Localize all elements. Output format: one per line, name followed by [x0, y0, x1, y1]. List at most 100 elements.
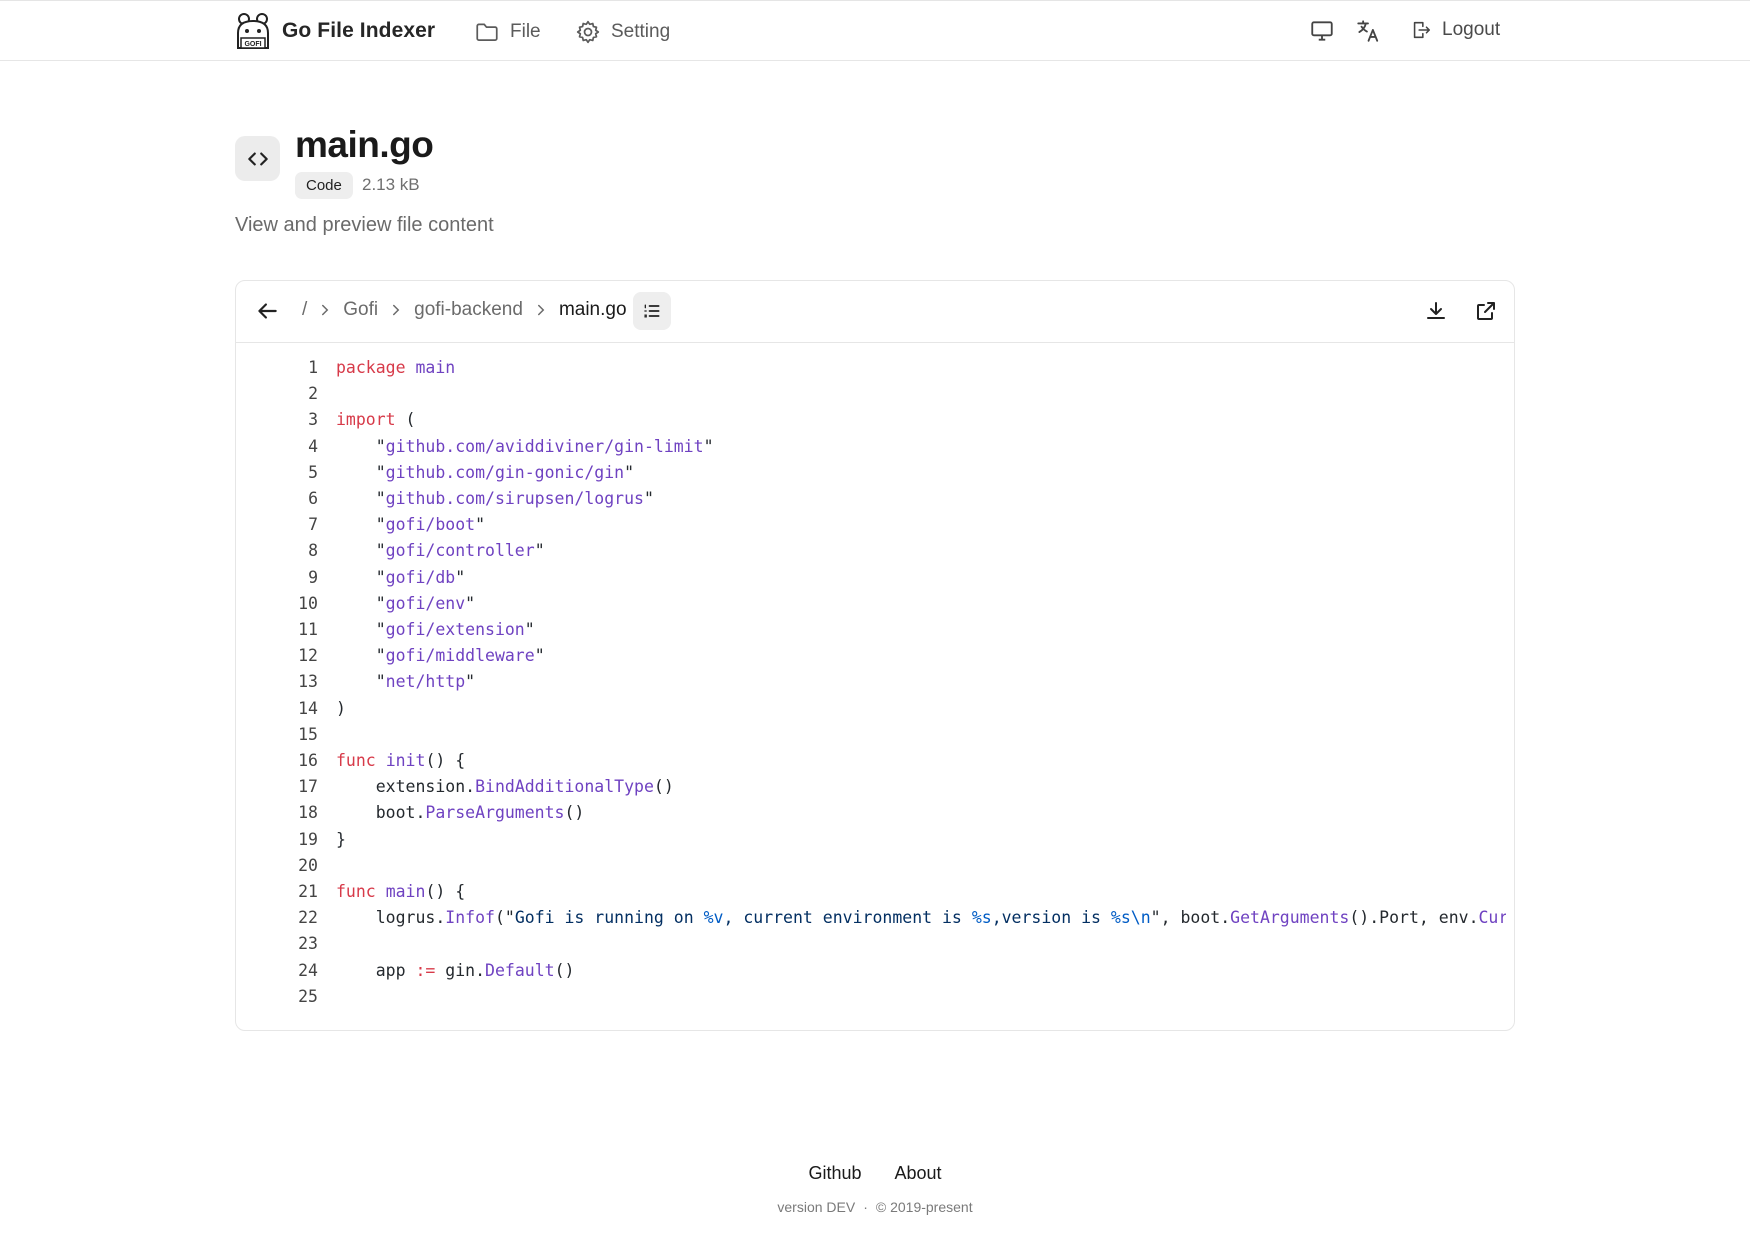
breadcrumb-item-current[interactable]: main.go — [559, 299, 627, 321]
code-token: gofi/middleware — [385, 646, 535, 666]
line-source: app := gin.Default() — [336, 958, 575, 984]
code-token: github.com/aviddiviner/gin-limit — [385, 436, 704, 456]
code-token: () { — [425, 751, 466, 770]
table-of-contents-button[interactable] — [633, 292, 671, 330]
code-token: ,version is — [991, 908, 1111, 928]
code-content[interactable]: 1 package main 2 3 import (4 "github.com/avi… — [236, 343, 1506, 1023]
line-number: 9 — [308, 567, 318, 587]
code-token: " — [643, 489, 654, 508]
code-token: () — [653, 777, 674, 797]
footer-link-github[interactable]: Github — [808, 1163, 861, 1183]
code-line: 2 — [236, 381, 1506, 407]
file-size: 2.13 kB — [362, 175, 420, 194]
code-line: 7 "gofi/boot" — [236, 512, 1506, 538]
code-line: 8 "gofi/controller" — [236, 538, 1506, 564]
line-source: "github.com/gin-gonic/gin" — [336, 460, 634, 486]
code-token: ParseArguments — [425, 803, 565, 823]
code-line: 19} — [236, 827, 1506, 853]
footer-links: Github About — [0, 1163, 1750, 1184]
code-token: () { — [425, 882, 466, 901]
code-token: () — [564, 803, 585, 823]
code-token: Default — [485, 960, 555, 980]
back-button[interactable] — [254, 298, 280, 324]
code-line: 10 "gofi/env" — [236, 591, 1506, 617]
breadcrumb-item-gofi[interactable]: Gofi — [343, 299, 378, 321]
logout-button[interactable]: Logout — [1410, 19, 1500, 41]
code-token: " — [336, 567, 386, 587]
line-number: 19 — [298, 829, 318, 849]
line-source: ) — [336, 696, 346, 722]
code-line: 3 import ( — [236, 407, 1506, 433]
code-line: 13 "net/http" — [236, 669, 1506, 695]
line-number: 7 — [308, 515, 318, 535]
code-token: github.com/sirupsen/logrus — [385, 489, 644, 508]
line-number: 8 — [308, 541, 318, 561]
line-number: 13 — [298, 672, 318, 692]
code-line: 25 — [236, 984, 1506, 1010]
line-number: 14 — [298, 698, 318, 718]
open-external-button[interactable] — [1474, 299, 1498, 323]
brand[interactable]: GOFI Go File Indexer — [234, 11, 435, 51]
code-token: } — [336, 829, 346, 849]
app-title: Go File Indexer — [282, 19, 436, 42]
top-navbar: GOFI Go File Indexer File Setting Logout — [0, 0, 1750, 61]
breadcrumb-item-gofi-backend[interactable]: gofi-backend — [414, 299, 523, 321]
page-subtitle: View and preview file content — [235, 214, 494, 236]
nav-file[interactable]: File — [474, 19, 541, 45]
code-token: gofi/controller — [385, 541, 535, 561]
code-viewer-header: / Gofi gofi-backend main.go — [236, 281, 1514, 343]
line-number: 3 — [308, 410, 318, 430]
footer-meta: version DEV · © 2019-present — [0, 1199, 1750, 1215]
theme-toggle-button[interactable] — [1309, 18, 1337, 46]
code-token: gin. — [435, 960, 486, 980]
line-number: 18 — [298, 803, 318, 823]
line-number: 16 — [298, 751, 318, 770]
line-number: 25 — [298, 986, 318, 1006]
monitor-icon — [1311, 21, 1333, 41]
download-button[interactable] — [1424, 299, 1448, 323]
translate-icon — [1357, 20, 1379, 42]
nav-file-label: File — [510, 21, 541, 42]
code-icon — [247, 152, 268, 165]
code-line: 16 func init() { — [236, 748, 1506, 774]
footer-separator: · — [863, 1199, 868, 1215]
code-token: " — [336, 462, 386, 482]
code-token: " — [534, 646, 545, 666]
line-source: import ( — [336, 407, 415, 433]
file-type-badge: Code — [295, 172, 353, 199]
line-source: "github.com/sirupsen/logrus" — [336, 486, 654, 512]
code-token: app — [336, 960, 416, 980]
code-line: 24 app := gin.Default() — [236, 958, 1506, 984]
footer-link-about[interactable]: About — [895, 1163, 942, 1183]
line-source: "gofi/db" — [336, 565, 465, 591]
chevron-right-icon — [531, 300, 551, 320]
code-token: " — [336, 672, 386, 692]
code-token: github.com/gin-gonic/gin — [385, 462, 625, 482]
code-token: Infof — [445, 908, 495, 928]
breadcrumb: / Gofi gofi-backend main.go — [302, 299, 627, 321]
list-icon — [644, 304, 660, 318]
line-number: 11 — [298, 620, 318, 639]
file-type-icon-box — [235, 136, 280, 181]
code-token: " — [336, 489, 386, 508]
code-line: 12 "gofi/middleware" — [236, 643, 1506, 669]
code-token: func — [336, 882, 376, 901]
line-source: logrus.Infof("Gofi is running on %v, cur… — [336, 905, 1506, 931]
line-source: extension.BindAdditionalType() — [336, 774, 674, 800]
code-token: gofi/db — [385, 567, 456, 587]
line-number: 1 — [308, 358, 318, 377]
breadcrumb-root[interactable]: / — [302, 299, 307, 321]
code-line: 9 "gofi/db" — [236, 565, 1506, 591]
line-source: "gofi/extension" — [336, 617, 535, 643]
code-token: " — [336, 646, 386, 666]
language-button[interactable] — [1355, 18, 1383, 46]
code-token: ", boot. — [1150, 908, 1231, 928]
page-title: main.go — [295, 124, 434, 165]
line-number: 24 — [298, 960, 318, 980]
line-source: "gofi/env" — [336, 591, 475, 617]
code-token: " — [336, 593, 386, 613]
nav-setting[interactable]: Setting — [575, 19, 670, 45]
code-line: 6 "github.com/sirupsen/logrus" — [236, 486, 1506, 512]
gofi-logo-icon: GOFI — [237, 13, 269, 49]
code-token: ( — [395, 410, 416, 430]
